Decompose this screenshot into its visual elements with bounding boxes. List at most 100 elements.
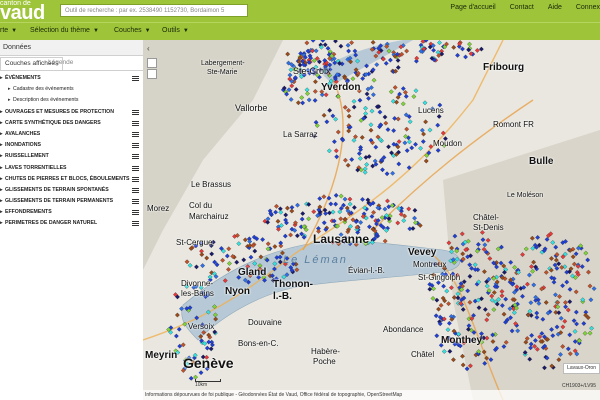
expand-icon[interactable]: ▸ [8, 95, 11, 106]
place-label: Morez [147, 204, 170, 213]
layer-label: AVALANCHES [5, 130, 41, 137]
expand-icon[interactable]: ▸ [0, 196, 3, 207]
home-link[interactable]: Page d'accueil [450, 4, 495, 11]
expand-icon[interactable]: ▸ [0, 118, 3, 129]
expand-icon[interactable]: ▸ [0, 207, 3, 218]
layer-label: Description des événements [13, 97, 79, 104]
place-label: Lucens [418, 106, 444, 115]
layer-row[interactable]: ▸ CARTE SYNTHÉTIQUE DES DANGERS [0, 118, 143, 129]
layer-row[interactable]: ▸ AVALANCHES [0, 129, 143, 140]
place-label: Vallorbe [235, 103, 268, 113]
zoom-control[interactable] [147, 58, 157, 80]
expand-icon[interactable]: ▸ [0, 151, 3, 162]
layer-label: OUVRAGES ET MESURES DE PROTECTION [5, 108, 114, 115]
top-header: canton de vaud Outil de recherche : par … [0, 0, 600, 23]
search-input[interactable]: Outil de recherche : par ex. 2538490 115… [60, 4, 248, 17]
tab-legend[interactable]: Légende [44, 57, 77, 69]
expand-icon[interactable]: ▸ [0, 163, 3, 174]
menu-theme[interactable]: Sélection du thème ▼ [30, 27, 99, 34]
place-label: Romont FR [493, 120, 534, 129]
layer-row[interactable]: ▸ GLISSEMENTS DE TERRAIN PERMANENTS [0, 196, 143, 207]
layer-label: CARTE SYNTHÉTIQUE DES DANGERS [5, 119, 101, 126]
layer-menu-icon[interactable] [132, 76, 139, 81]
help-link[interactable]: Aide [548, 4, 562, 11]
chevron-down-icon: ▼ [182, 28, 189, 34]
layer-row[interactable]: ▸ LAVES TORRENTIELLES [0, 163, 143, 174]
layer-menu-icon[interactable] [132, 143, 139, 149]
legend-chip: Lavaux-Oron [563, 363, 600, 374]
chevron-down-icon: ▼ [92, 28, 99, 34]
layer-row[interactable]: ▸ GLISSEMENTS DE TERRAIN SPONTANÉS [0, 185, 143, 196]
layer-row[interactable]: ▸ Cadastre des événements [0, 84, 143, 95]
layer-label: RUISSELLEMENT [5, 153, 49, 160]
expand-icon[interactable]: ▸ [8, 84, 11, 95]
layer-row[interactable]: ▸ RUISSELLEMENT [0, 151, 143, 162]
expand-icon[interactable]: ▸ [0, 174, 3, 185]
login-link[interactable]: Connex [576, 4, 600, 11]
zoom-in-button[interactable] [147, 58, 157, 68]
panel-tabs: Couches affichées Légende [0, 56, 143, 71]
expand-icon[interactable]: ▸ [0, 107, 3, 118]
map-view[interactable]: Ste-Croix Labergement- Ste-Marie Yverdon Fri… [143, 40, 600, 400]
layer-menu-icon[interactable] [132, 210, 139, 216]
collapse-panel-icon[interactable]: ‹ [147, 44, 156, 53]
place-label: Monthey [441, 335, 483, 346]
layer-row[interactable]: ▸ OUVRAGES ET MESURES DE PROTECTION [0, 107, 143, 118]
place-label: Meyrin [145, 350, 178, 361]
layer-label: GLISSEMENTS DE TERRAIN SPONTANÉS [5, 186, 109, 193]
menu-carte[interactable]: rte ▼ [0, 27, 17, 34]
place-label: Col du [189, 201, 213, 210]
layer-row[interactable]: ▸ INONDATIONS [0, 140, 143, 151]
place-label: Vevey [408, 247, 437, 258]
menu-outils[interactable]: Outils ▼ [162, 27, 189, 34]
panel-title: Données [0, 40, 143, 56]
place-label: Yverdon [321, 82, 361, 93]
layer-menu-icon[interactable] [132, 199, 139, 205]
place-label: Poche [313, 357, 336, 366]
place-label: Châtel [411, 350, 435, 359]
place-label: Genève [183, 355, 234, 371]
place-label: Douvaine [248, 318, 282, 327]
place-label: Évian-l.-B. [348, 266, 385, 275]
layer-menu-icon[interactable] [132, 176, 139, 182]
zoom-out-button[interactable] [147, 69, 157, 79]
layer-menu-icon[interactable] [132, 165, 139, 171]
place-label: les-Bains [181, 289, 214, 298]
layer-menu-icon[interactable] [132, 109, 139, 115]
expand-icon[interactable]: ▸ [0, 129, 3, 140]
expand-icon[interactable]: ▸ [0, 73, 3, 84]
layer-list: ▸ ÉVÉNEMENTS ▸ Cadastre des événements ▸ Desc… [0, 71, 143, 230]
place-label: St-Cergue [176, 238, 213, 247]
place-label: Ste-Marie [207, 69, 238, 76]
expand-icon[interactable]: ▸ [0, 140, 3, 151]
layer-row[interactable]: ▸ Description des événements [0, 95, 143, 106]
place-label: Gland [238, 267, 267, 278]
place-label: l.-B. [273, 291, 292, 302]
layer-menu-icon[interactable] [132, 221, 139, 227]
place-label: Le Brassus [191, 180, 232, 189]
place-label: Labergement- [201, 60, 245, 67]
menu-couches[interactable]: Couches ▼ [114, 27, 151, 34]
expand-icon[interactable]: ▸ [0, 185, 3, 196]
layer-row[interactable]: ▸ CHUTES DE PIERRES ET BLOCS, ÉBOULEMENTS [0, 174, 143, 185]
layer-menu-icon[interactable] [132, 154, 139, 160]
place-label: Ste-Croix [293, 66, 331, 76]
brand-logo[interactable]: vaud [0, 3, 45, 23]
layer-row[interactable]: ▸ ÉVÉNEMENTS [0, 73, 143, 84]
scale-bar: 10km [195, 379, 221, 388]
layer-menu-icon[interactable] [132, 120, 139, 126]
layer-label: PERIMETRES DE DANGER NATUREL [5, 220, 98, 227]
place-label: Châtel- [473, 213, 499, 222]
contact-link[interactable]: Contact [510, 4, 534, 11]
expand-icon[interactable]: ▸ [0, 218, 3, 229]
layer-label: INONDATIONS [5, 142, 41, 149]
place-label: Abondance [383, 325, 424, 334]
place-label: Moudon [433, 139, 462, 148]
place-label: Habère- [311, 347, 340, 356]
menu-bar: rte ▼ Sélection du thème ▼ Couches ▼ Outils… [0, 22, 600, 41]
layer-row[interactable]: ▸ EFFONDREMENTS [0, 207, 143, 218]
layer-row[interactable]: ▸ PERIMETRES DE DANGER NATUREL [0, 218, 143, 229]
layer-menu-icon[interactable] [132, 131, 139, 137]
layer-menu-icon[interactable] [132, 187, 139, 193]
chevron-down-icon: ▼ [144, 28, 151, 34]
